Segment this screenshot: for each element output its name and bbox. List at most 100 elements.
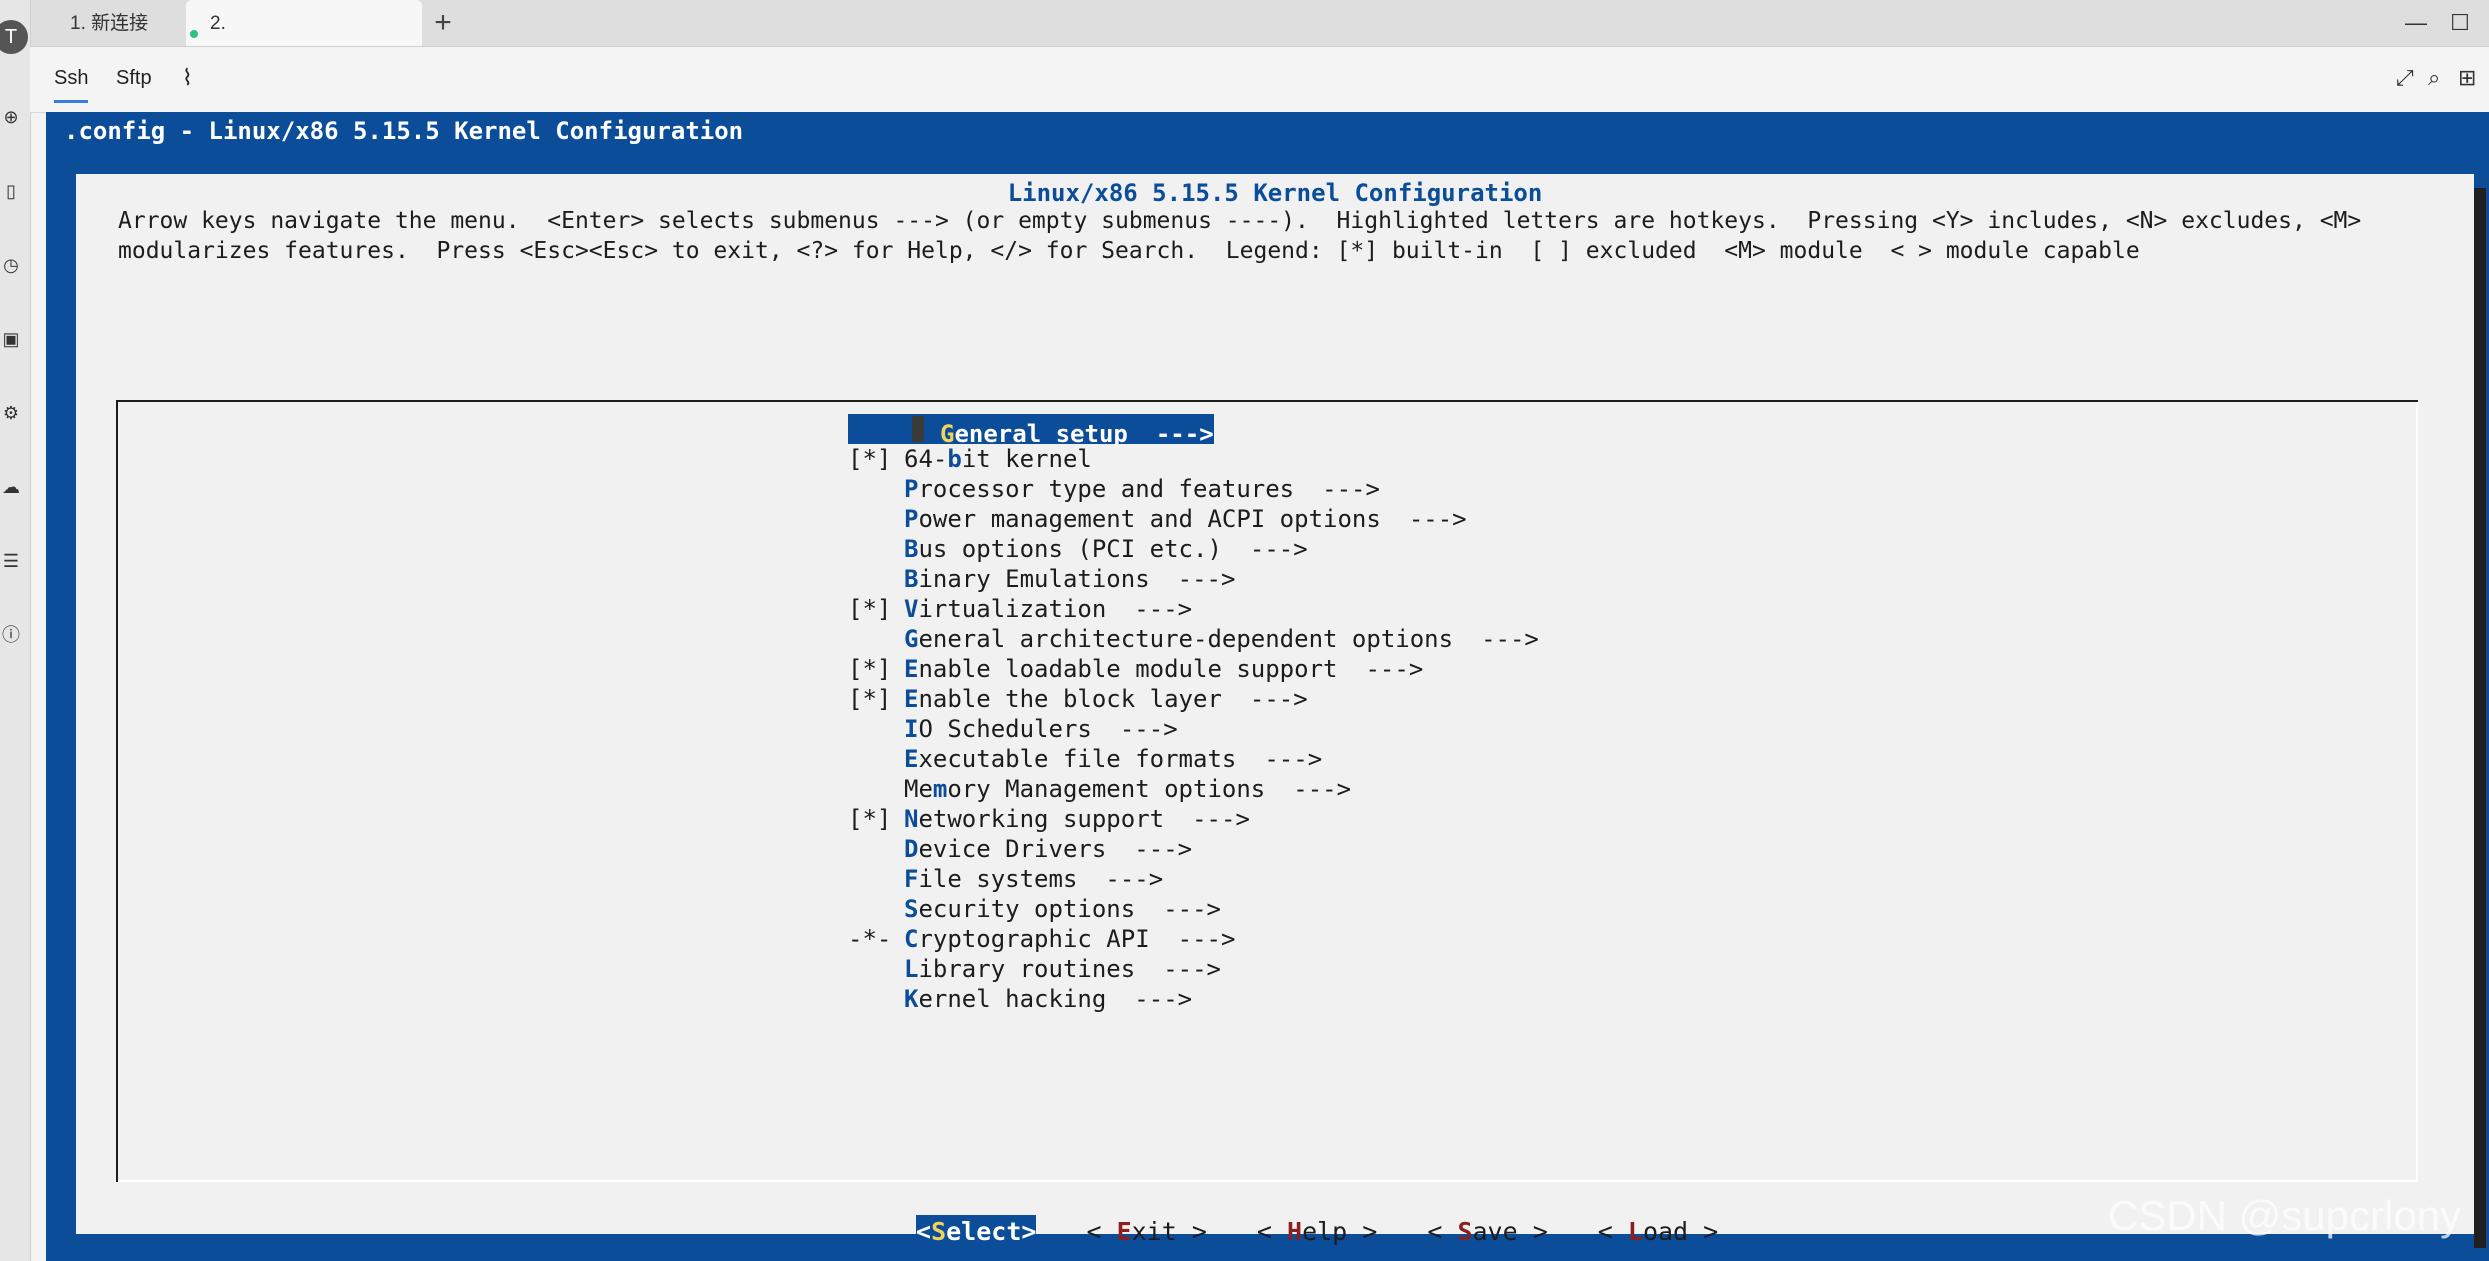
menu-item[interactable]: Bus options (PCI etc.) --->	[848, 534, 1539, 564]
menu-item[interactable]: Kernel hacking --->	[848, 984, 1539, 1014]
button-bracket: <	[1597, 1217, 1628, 1246]
info-icon[interactable]: ⓘ	[0, 624, 22, 646]
menu-item[interactable]: File systems --->	[848, 864, 1539, 894]
menu-item-hotkey: m	[932, 775, 948, 803]
menu-item-hotkey: D	[904, 835, 919, 863]
button-hotkey: S	[931, 1217, 947, 1246]
button-label: ave	[1472, 1217, 1518, 1246]
menu-item-state	[848, 744, 904, 774]
menu-item[interactable]: General architecture-dependent options --…	[848, 624, 1539, 654]
menu-item[interactable]: [*] Virtualization --->	[848, 594, 1539, 624]
button-bracket: >	[1347, 1217, 1378, 1246]
menu-item[interactable]: Device Drivers --->	[848, 834, 1539, 864]
submenu-arrow: --->	[1163, 955, 1221, 983]
menu-item-text: ecurity options	[918, 895, 1136, 923]
add-circle-icon[interactable]: ⊕	[0, 106, 22, 128]
menu-item[interactable]: Processor type and features --->	[848, 474, 1539, 504]
menu-item[interactable]: Binary Emulations --->	[848, 564, 1539, 594]
select-button[interactable]: <Select>	[916, 1215, 1037, 1249]
menu-item-hotkey: V	[904, 595, 919, 623]
button-label: xit	[1131, 1217, 1177, 1246]
menu-item-state	[848, 564, 904, 594]
menu-item-hotkey: G	[904, 625, 919, 653]
menu-item-state	[848, 714, 904, 744]
left-sidebar: T ⊕ ▯ ◷ ▣ ⚙ ☁ ☰ ⓘ	[0, 0, 31, 1261]
menu-item-state: [*]	[848, 445, 892, 473]
menu-item-hotkey: B	[904, 535, 919, 563]
load-button[interactable]: < Load >	[1598, 1215, 1718, 1249]
menu-item[interactable]: Security options --->	[848, 894, 1539, 924]
menu-item-state: [*]	[848, 655, 892, 683]
submenu-arrow: --->	[1155, 420, 1214, 448]
ssh-tab[interactable]: Ssh	[54, 61, 89, 103]
menu-item-text: etworking support	[918, 805, 1165, 833]
button-label: elect	[946, 1217, 1022, 1246]
button-bracket: >	[1517, 1217, 1548, 1246]
menu-item-label: File systems --->	[904, 864, 1163, 894]
button-bracket: >	[1688, 1217, 1719, 1246]
submenu-arrow: --->	[1365, 655, 1424, 683]
menu-box: General setup ---> [*] 64-bit kernel Process…	[116, 400, 2418, 1182]
menu-item[interactable]: [*] Enable loadable module support --->	[848, 654, 1539, 684]
submenu-arrow: --->	[1134, 595, 1193, 623]
exit-button[interactable]: < Exit >	[1086, 1215, 1206, 1249]
save-button[interactable]: < Save >	[1427, 1215, 1547, 1249]
cloud-icon[interactable]: ☁	[0, 476, 22, 498]
menu-item-label: Processor type and features --->	[904, 474, 1380, 504]
list-icon[interactable]: ☰	[0, 550, 22, 572]
menu-item-hotkey: b	[947, 445, 962, 473]
menu-item[interactable]: Library routines --->	[848, 954, 1539, 984]
menu-item-state	[848, 864, 904, 894]
split-view-icon[interactable]: ⊞	[2458, 63, 2476, 93]
menu-item[interactable]: Memory Management options --->	[848, 774, 1539, 804]
menu-item[interactable]: Executable file formats --->	[848, 744, 1539, 774]
minimize-icon[interactable]: —	[2396, 6, 2436, 40]
terminal-screen[interactable]: .config - Linux/x86 5.15.5 Kernel Config…	[46, 112, 2489, 1261]
menu-item-state: [*]	[848, 685, 892, 713]
menu-item-hotkey: I	[904, 715, 919, 743]
config-title-line: .config - Linux/x86 5.15.5 Kernel Config…	[64, 117, 744, 145]
menu-item-hotkey: L	[904, 955, 919, 983]
menu-item[interactable]: [*] 64-bit kernel	[848, 444, 1539, 474]
menu-item[interactable]: IO Schedulers --->	[848, 714, 1539, 744]
settings-icon[interactable]: ⚙	[0, 402, 22, 424]
menu-item-text: ibrary routines	[918, 955, 1136, 983]
menu-item-state: [*]	[848, 805, 892, 833]
tab-new-connection[interactable]: 1. 新连接	[46, 0, 182, 46]
maximize-icon[interactable]: ☐	[2440, 6, 2480, 40]
menu-item[interactable]: [*] Enable the block layer --->	[848, 684, 1539, 714]
menu-item-hotkey: B	[904, 565, 919, 593]
menu-item[interactable]: [*] Networking support --->	[848, 804, 1539, 834]
menu-item[interactable]: General setup --->	[848, 414, 1539, 448]
button-hotkey: L	[1627, 1217, 1643, 1246]
menu-item-hotkey: E	[904, 685, 919, 713]
image-icon[interactable]: ▣	[0, 328, 22, 350]
bookmark-icon[interactable]: ▯	[0, 180, 22, 202]
tab-root-session[interactable]: 2. root@192.168.181.130:22	[186, 0, 431, 82]
expand-icon[interactable]: ⤢	[2396, 63, 2414, 93]
paperclip-icon[interactable]: ⌇	[182, 61, 193, 95]
menu-item-state	[848, 474, 904, 504]
menu-item-label: Executable file formats --->	[904, 744, 1322, 774]
watermark: CSDN @supcrlony	[2108, 1192, 2462, 1239]
menu-item-state	[848, 984, 904, 1014]
menu-item-text: evice Drivers	[918, 835, 1107, 863]
submenu-arrow: --->	[1293, 775, 1352, 803]
submenu-arrow: --->	[1177, 925, 1236, 953]
menu-item[interactable]: Power management and ACPI options --->	[848, 504, 1539, 534]
help-button[interactable]: < Help >	[1257, 1215, 1377, 1249]
plus-icon[interactable]: +	[428, 6, 458, 40]
menu-item-state	[848, 954, 904, 984]
sftp-tab[interactable]: Sftp	[116, 61, 152, 95]
button-bracket: <	[916, 1217, 932, 1246]
history-icon[interactable]: ◷	[0, 254, 22, 276]
menu-item-text: 64-	[904, 445, 948, 473]
menu-item-label: Memory Management options --->	[904, 774, 1351, 804]
menu-item-text: nable the block layer	[918, 685, 1222, 713]
menu-item[interactable]: -*- Cryptographic API --->	[848, 924, 1539, 954]
menu-item-label: IO Schedulers --->	[904, 714, 1178, 744]
search-icon[interactable]: ⌕	[2428, 63, 2440, 93]
menu-item-text: O Schedulers	[918, 715, 1092, 743]
cursor-block	[912, 416, 924, 442]
menu-item-text: eneral architecture-dependent options	[918, 625, 1454, 653]
